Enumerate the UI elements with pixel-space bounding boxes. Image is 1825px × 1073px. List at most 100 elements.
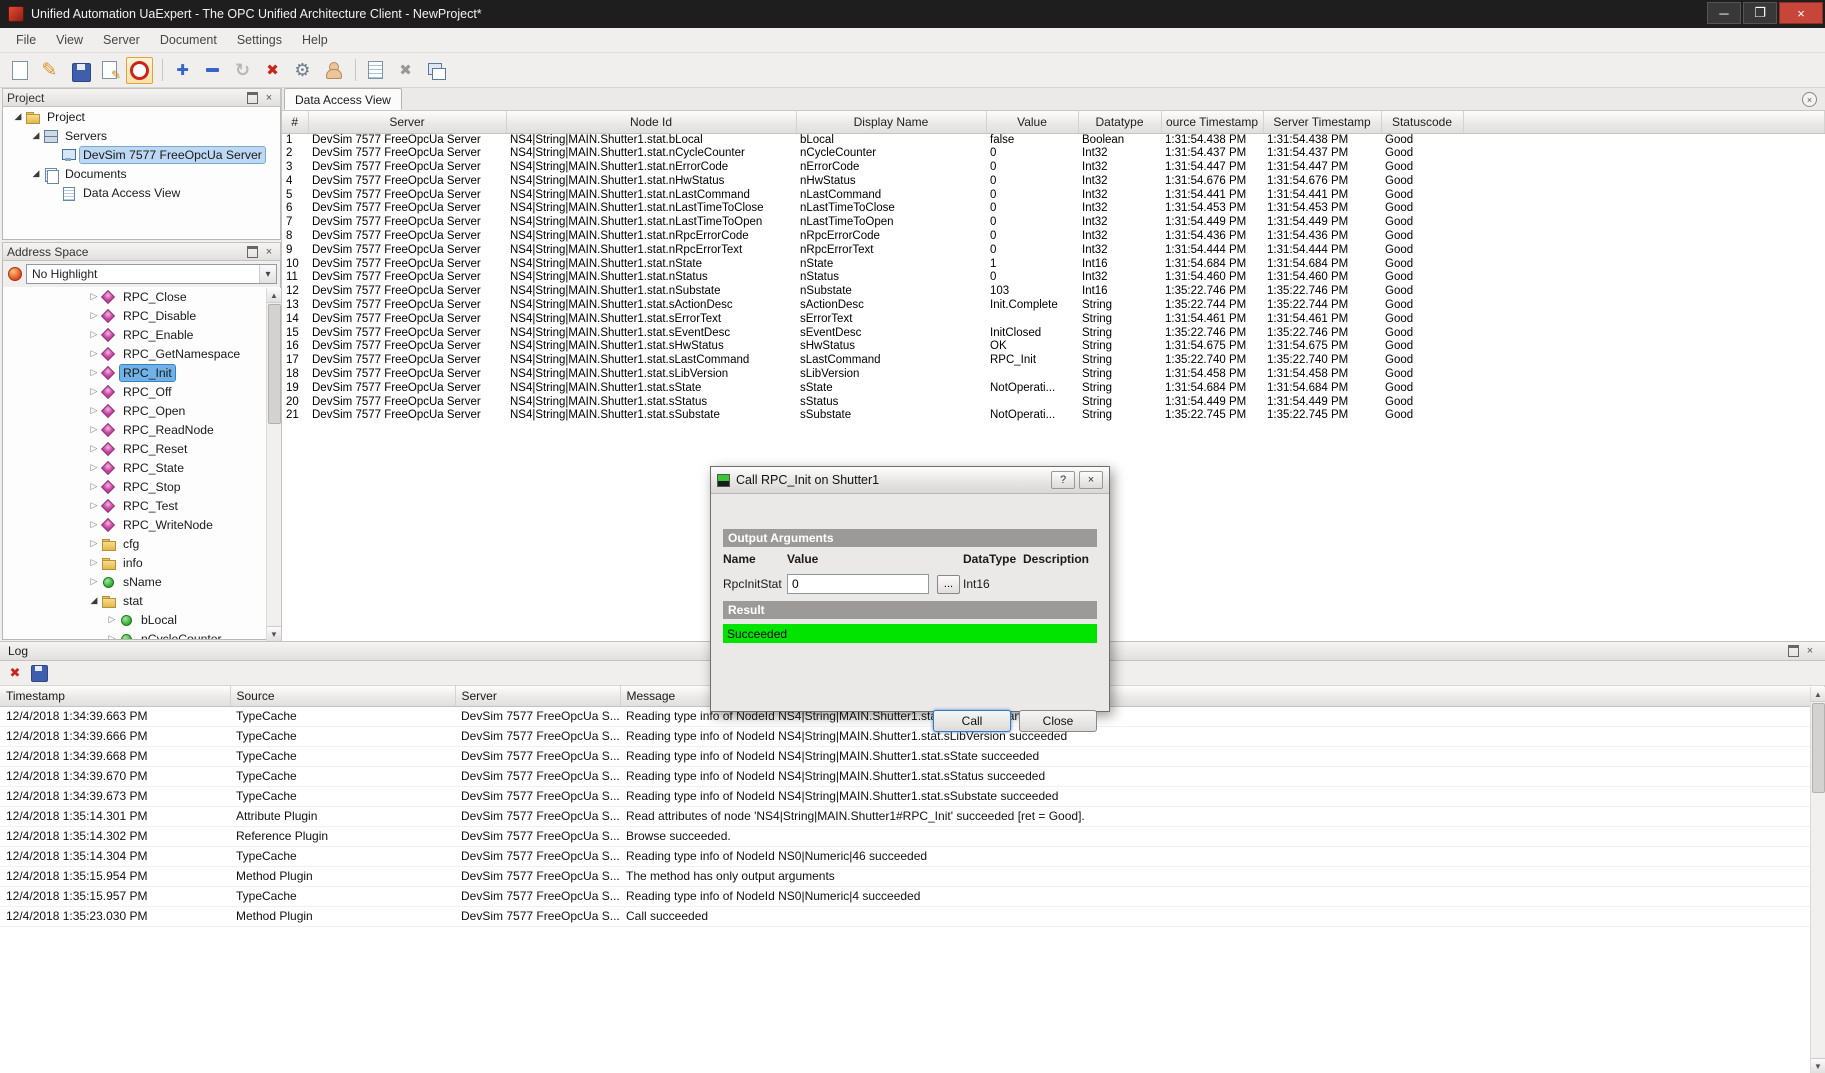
close-button[interactable]: × <box>1779 2 1823 24</box>
delete-icon[interactable] <box>259 57 286 84</box>
log-row[interactable]: 12/4/2018 1:35:14.304 PM TypeCache DevSi… <box>0 846 1825 866</box>
new-document-icon[interactable] <box>6 57 33 84</box>
document-view-icon[interactable] <box>362 57 389 84</box>
column-header[interactable]: Datatype <box>1078 111 1161 133</box>
table-row[interactable]: 12 DevSim 7577 FreeOpcUa Server NS4|Stri… <box>282 285 1825 299</box>
add-server-icon[interactable] <box>169 57 196 84</box>
expander-icon[interactable] <box>87 576 101 587</box>
dialog-close-icon[interactable]: × <box>1079 471 1103 489</box>
remove-server-icon[interactable] <box>199 57 226 84</box>
clear-log-icon[interactable] <box>4 662 26 684</box>
argument-value-input[interactable] <box>787 574 929 594</box>
column-header[interactable]: Statuscode <box>1381 111 1463 133</box>
tree-item[interactable]: RPC_ReadNode <box>3 420 280 439</box>
tree-item[interactable]: sName <box>3 572 280 591</box>
table-row[interactable]: 19 DevSim 7577 FreeOpcUa Server NS4|Stri… <box>282 382 1825 396</box>
expander-icon[interactable] <box>87 462 101 473</box>
menu-item[interactable]: Settings <box>227 29 292 51</box>
table-row[interactable]: 14 DevSim 7577 FreeOpcUa Server NS4|Stri… <box>282 313 1825 327</box>
expander-icon[interactable] <box>87 595 101 606</box>
log-row[interactable]: 12/4/2018 1:35:23.030 PM Method Plugin D… <box>0 906 1825 926</box>
log-row[interactable]: 12/4/2018 1:34:39.673 PM TypeCache DevSi… <box>0 786 1825 806</box>
log-row[interactable]: 12/4/2018 1:34:39.668 PM TypeCache DevSi… <box>0 746 1825 766</box>
column-header[interactable]: Value <box>986 111 1078 133</box>
menu-item[interactable]: Help <box>292 29 338 51</box>
tree-item[interactable]: RPC_Enable <box>3 325 280 344</box>
scroll-down-icon[interactable]: ▼ <box>267 626 282 641</box>
table-row[interactable]: 15 DevSim 7577 FreeOpcUa Server NS4|Stri… <box>282 327 1825 341</box>
log-scrollbar[interactable]: ▲ ▼ <box>1810 687 1825 1073</box>
expander-icon[interactable] <box>87 405 101 416</box>
table-row[interactable]: 4 DevSim 7577 FreeOpcUa Server NS4|Strin… <box>282 175 1825 189</box>
table-row[interactable]: 7 DevSim 7577 FreeOpcUa Server NS4|Strin… <box>282 216 1825 230</box>
expander-icon[interactable] <box>87 367 101 378</box>
highlight-dropdown[interactable]: No Highlight ▾ <box>26 264 277 284</box>
open-document-icon[interactable] <box>36 57 63 84</box>
tree-item[interactable]: cfg <box>3 534 280 553</box>
expander-icon[interactable] <box>87 519 101 530</box>
scroll-down-icon[interactable]: ▼ <box>1811 1058 1825 1073</box>
save-icon[interactable] <box>66 57 93 84</box>
table-row[interactable]: 5 DevSim 7577 FreeOpcUa Server NS4|Strin… <box>282 189 1825 203</box>
log-column-header[interactable]: Source <box>230 686 455 706</box>
table-row[interactable]: 16 DevSim 7577 FreeOpcUa Server NS4|Stri… <box>282 340 1825 354</box>
expander-icon[interactable] <box>87 443 101 454</box>
menu-item[interactable]: Document <box>150 29 227 51</box>
menu-item[interactable]: View <box>46 29 93 51</box>
disconnect-server-icon[interactable] <box>126 57 153 84</box>
save-log-icon[interactable] <box>28 662 50 684</box>
table-row[interactable]: 20 DevSim 7577 FreeOpcUa Server NS4|Stri… <box>282 396 1825 410</box>
menu-item[interactable]: File <box>6 29 46 51</box>
table-row[interactable]: 6 DevSim 7577 FreeOpcUa Server NS4|Strin… <box>282 202 1825 216</box>
call-button[interactable]: Call <box>933 710 1011 732</box>
float-panel-icon[interactable] <box>245 91 259 105</box>
tree-item[interactable]: Project <box>3 107 280 126</box>
float-panel-icon[interactable] <box>245 245 259 259</box>
expander-icon[interactable] <box>87 291 101 302</box>
log-column-header[interactable]: Server <box>455 686 620 706</box>
expander-icon[interactable] <box>105 633 119 640</box>
table-row[interactable]: 9 DevSim 7577 FreeOpcUa Server NS4|Strin… <box>282 244 1825 258</box>
scroll-up-icon[interactable]: ▲ <box>1811 687 1825 702</box>
float-panel-icon[interactable] <box>1786 644 1800 658</box>
close-tab-icon[interactable]: × <box>1802 92 1817 107</box>
table-row[interactable]: 8 DevSim 7577 FreeOpcUa Server NS4|Strin… <box>282 230 1825 244</box>
tree-item[interactable]: RPC_Init <box>3 363 280 382</box>
table-row[interactable]: 17 DevSim 7577 FreeOpcUa Server NS4|Stri… <box>282 354 1825 368</box>
expander-icon[interactable] <box>87 481 101 492</box>
table-row[interactable]: 2 DevSim 7577 FreeOpcUa Server NS4|Strin… <box>282 147 1825 161</box>
expander-icon[interactable] <box>87 348 101 359</box>
tree-item[interactable]: info <box>3 553 280 572</box>
tree-item[interactable]: bLocal <box>3 610 280 629</box>
address-space-scrollbar[interactable]: ▲ ▼ <box>266 288 281 641</box>
refresh-icon[interactable] <box>229 57 256 84</box>
table-row[interactable]: 1 DevSim 7577 FreeOpcUa Server NS4|Strin… <box>282 133 1825 147</box>
tree-item[interactable]: RPC_Off <box>3 382 280 401</box>
table-row[interactable]: 18 DevSim 7577 FreeOpcUa Server NS4|Stri… <box>282 368 1825 382</box>
chevron-down-icon[interactable]: ▾ <box>259 265 276 283</box>
log-column-header[interactable]: Timestamp <box>0 686 230 706</box>
user-icon[interactable] <box>319 57 346 84</box>
scroll-up-icon[interactable]: ▲ <box>267 288 282 303</box>
tree-item[interactable]: Data Access View <box>3 183 280 202</box>
menu-item[interactable]: Server <box>93 29 150 51</box>
minimize-button[interactable]: ─ <box>1707 2 1741 24</box>
close-panel-icon[interactable]: × <box>262 91 276 105</box>
column-header[interactable]: # <box>282 111 308 133</box>
settings-icon[interactable] <box>289 57 316 84</box>
tree-item[interactable]: RPC_Stop <box>3 477 280 496</box>
expander-icon[interactable] <box>87 500 101 511</box>
column-header[interactable]: Server Timestamp <box>1263 111 1381 133</box>
close-panel-icon[interactable]: × <box>1803 644 1817 658</box>
tree-item[interactable]: RPC_WriteNode <box>3 515 280 534</box>
tree-item[interactable]: RPC_Close <box>3 287 280 306</box>
tab-data-access-view[interactable]: Data Access View <box>284 88 402 110</box>
dialog-titlebar[interactable]: Call RPC_Init on Shutter1 ? × <box>711 467 1109 494</box>
table-row[interactable]: 3 DevSim 7577 FreeOpcUa Server NS4|Strin… <box>282 161 1825 175</box>
tree-item[interactable]: RPC_Reset <box>3 439 280 458</box>
browse-button[interactable]: ... <box>937 575 960 594</box>
table-row[interactable]: 10 DevSim 7577 FreeOpcUa Server NS4|Stri… <box>282 258 1825 272</box>
log-row[interactable]: 12/4/2018 1:35:15.957 PM TypeCache DevSi… <box>0 886 1825 906</box>
scrollbar-thumb[interactable] <box>268 304 281 424</box>
tree-item[interactable]: RPC_Open <box>3 401 280 420</box>
